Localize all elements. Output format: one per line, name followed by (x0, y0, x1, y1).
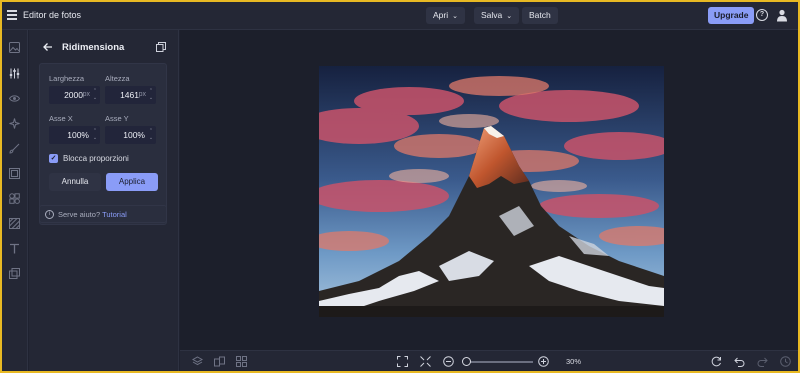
scale-x-value: 100% (67, 130, 89, 140)
apply-button[interactable]: Applica (106, 173, 158, 191)
zoom-out-icon[interactable] (443, 356, 454, 367)
redo-icon[interactable] (757, 356, 768, 367)
frame-icon[interactable] (9, 168, 20, 179)
scale-x-input[interactable]: 100% ⌃ ⌄ (49, 126, 100, 144)
height-label: Altezza (105, 74, 130, 83)
copy-icon[interactable] (156, 42, 166, 52)
resize-panel: Ridimensiona Larghezza Altezza 2000 px ⌃… (29, 30, 179, 371)
batch-button[interactable]: Batch (522, 7, 558, 24)
image-icon[interactable] (9, 42, 20, 53)
zoom-slider-track[interactable] (463, 361, 533, 363)
actual-size-icon[interactable] (420, 356, 431, 367)
grid-icon[interactable] (236, 356, 247, 367)
fit-screen-icon[interactable] (397, 356, 408, 367)
scale-y-input[interactable]: 100% ⌃ ⌄ (105, 126, 156, 144)
hamburger-menu-icon[interactable] (7, 10, 17, 20)
help-icon[interactable]: ? (756, 9, 768, 21)
texture-icon[interactable] (9, 218, 20, 229)
tutorial-link[interactable]: Tutorial (102, 210, 127, 219)
width-label: Larghezza (49, 74, 85, 83)
scale-y-value: 100% (123, 130, 145, 140)
width-input[interactable]: 2000 px ⌃ ⌄ (49, 86, 100, 104)
layers-stack-icon[interactable] (192, 356, 203, 367)
user-account-icon[interactable] (776, 9, 788, 22)
help-text: Serve aiuto? Tutorial (58, 210, 127, 219)
reset-icon[interactable] (711, 356, 722, 367)
chevron-down-icon: ⌄ (506, 13, 513, 20)
undo-icon[interactable] (734, 356, 745, 367)
lock-proportions-label[interactable]: Blocca proporzioni (63, 154, 129, 163)
scale-x-label: Asse X (49, 114, 73, 123)
save-dropdown-button[interactable]: Salva ⌄ (474, 7, 520, 24)
top-bar: Editor de fotos Apri ⌄ Salva ⌄ Batch Upgra… (2, 2, 798, 30)
scale-y-label: Asse Y (105, 114, 129, 123)
height-input[interactable]: 1461 px ⌃ ⌄ (105, 86, 156, 104)
sliders-icon[interactable] (9, 68, 20, 79)
sparkle-icon[interactable] (9, 118, 20, 129)
open-dropdown-button[interactable]: Apri ⌄ (426, 7, 465, 24)
save-label: Salva (481, 10, 503, 20)
upgrade-button[interactable]: Upgrade (708, 7, 755, 24)
shapes-icon[interactable] (9, 193, 20, 204)
height-unit: px (138, 91, 146, 98)
mountain-photo[interactable] (319, 66, 664, 317)
height-value: 1461 (120, 90, 139, 100)
eye-icon[interactable] (9, 93, 20, 104)
canvas-area[interactable] (180, 30, 798, 350)
history-icon[interactable] (780, 356, 791, 367)
cancel-button[interactable]: Annulla (49, 173, 101, 191)
app-window: Editor de fotos Apri ⌄ Salva ⌄ Batch Upgra… (0, 0, 800, 373)
zoom-in-icon[interactable] (538, 356, 549, 367)
help-row: i Serve aiuto? Tutorial (39, 205, 167, 223)
resize-settings-card: Larghezza Altezza 2000 px ⌃ ⌄ 1461 px ⌃ ⌄ … (39, 63, 167, 225)
text-icon[interactable] (9, 243, 20, 254)
width-stepper-icon[interactable]: ⌃ ⌄ (92, 88, 98, 102)
panel-title: Ridimensiona (62, 42, 125, 53)
brush-icon[interactable] (9, 143, 20, 154)
zoom-percentage[interactable]: 30% (566, 357, 581, 366)
lock-proportions-checkbox[interactable]: ✓ (49, 154, 58, 163)
width-unit: px (82, 91, 90, 98)
chevron-down-icon: ⌄ (452, 13, 458, 20)
info-icon: i (45, 210, 54, 219)
zoom-slider-handle[interactable] (462, 357, 471, 366)
help-question: Serve aiuto? (58, 210, 101, 219)
scale-x-stepper-icon[interactable]: ⌃ ⌄ (92, 128, 98, 142)
height-stepper-icon[interactable]: ⌃ ⌄ (148, 88, 154, 102)
open-label: Apri (433, 10, 449, 20)
tool-rail (2, 30, 28, 371)
app-title: Editor de fotos (23, 10, 82, 20)
width-value: 2000 (64, 90, 83, 100)
layers-icon[interactable] (9, 268, 20, 279)
compare-icon[interactable] (214, 356, 225, 367)
arrow-left-icon[interactable] (43, 42, 53, 52)
bottom-toolbar: 30% (180, 350, 798, 371)
scale-y-stepper-icon[interactable]: ⌃ ⌄ (148, 128, 154, 142)
